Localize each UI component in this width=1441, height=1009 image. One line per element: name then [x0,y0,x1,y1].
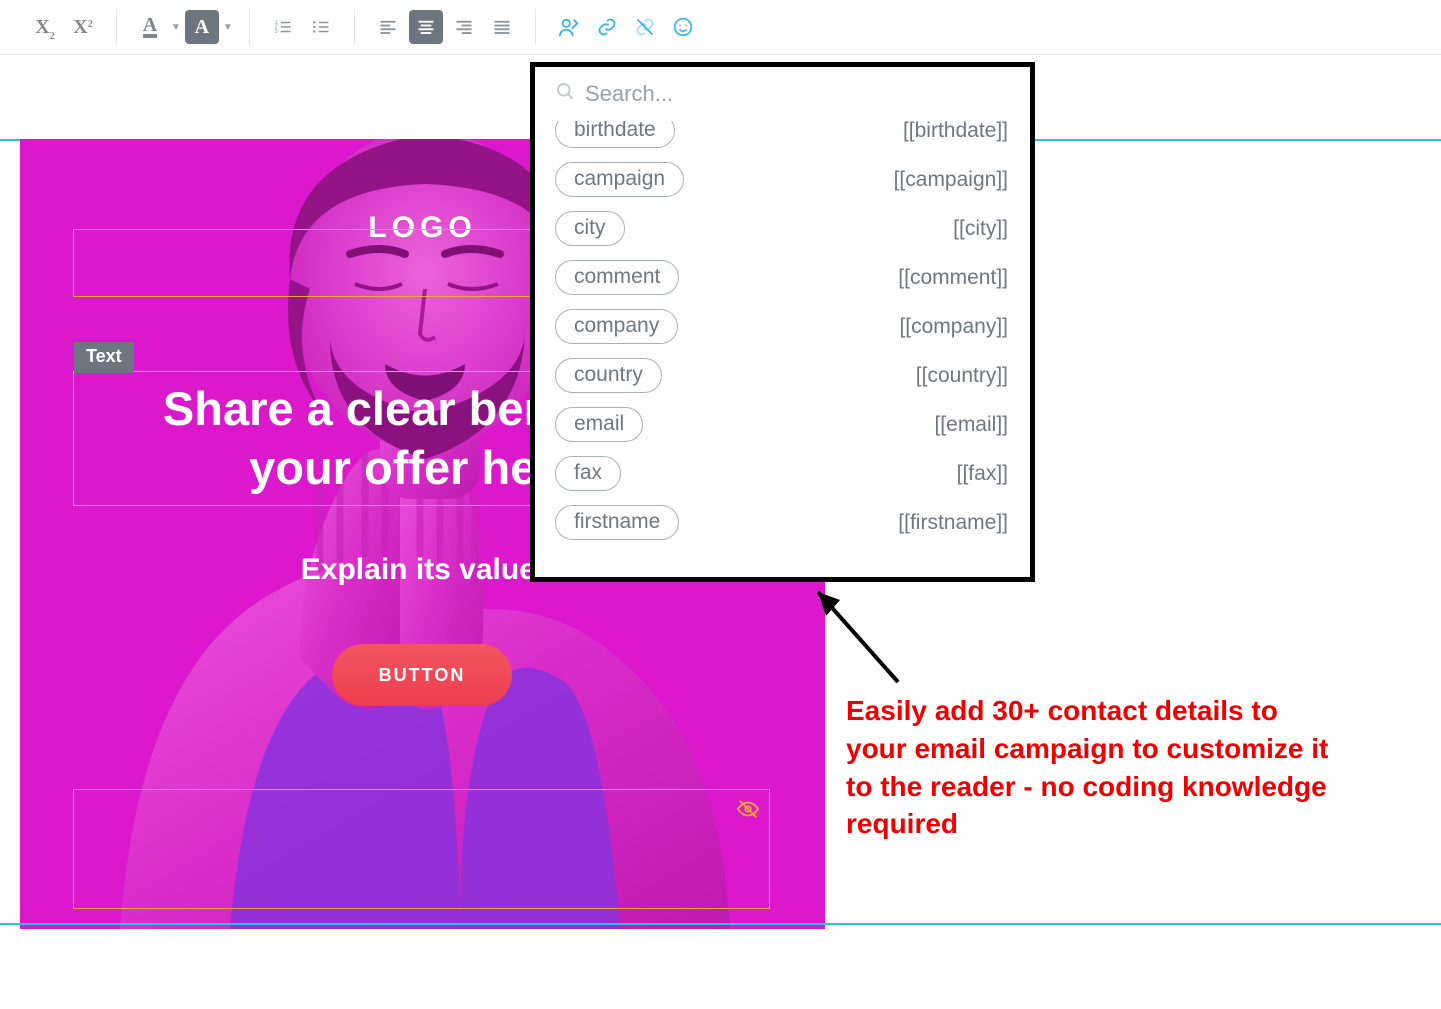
align-right-button[interactable] [447,10,481,44]
merge-tag-item[interactable]: email [[email]] [555,400,1020,449]
insert-link-button[interactable] [590,10,624,44]
chevron-down-icon: ▼ [221,22,233,33]
merge-tag-pill[interactable]: fax [555,456,621,491]
bg-color-dropdown[interactable]: A ▼ [185,10,233,44]
merge-token-text: [[company]] [899,315,1020,339]
merge-tag-pill[interactable]: campaign [555,162,684,197]
merge-tag-pill[interactable]: comment [555,260,679,295]
emoji-button[interactable] [666,10,700,44]
merge-token-text: [[comment]] [898,266,1020,290]
cta-button[interactable]: BUTTON [332,644,512,706]
chevron-down-icon: ▼ [169,22,181,33]
search-icon [555,81,575,107]
canvas-bottom-border [0,923,1441,925]
block-type-tag: Text [74,342,134,373]
annotation-callout: Easily add 30+ contact details to your e… [846,692,1331,843]
merge-tag-item[interactable]: company [[company]] [555,302,1020,351]
merge-tag-pill[interactable]: country [555,358,662,393]
ordered-list-button[interactable]: 123 [266,10,300,44]
merge-tag-list[interactable]: birthdate [[birthdate]] campaign [[campaig… [535,121,1030,577]
merge-tag-pill[interactable]: email [555,407,643,442]
merge-token-text: [[firstname]] [898,511,1020,535]
merge-tag-item[interactable]: birthdate [[birthdate]] [555,121,1020,155]
visibility-off-icon[interactable] [737,798,759,825]
bg-color-icon: A [185,10,219,44]
align-center-button[interactable] [409,10,443,44]
font-color-icon: A [133,10,167,44]
merge-token-text: [[email]] [934,413,1020,437]
merge-token-text: [[campaign]] [894,168,1020,192]
merge-tag-search-input[interactable] [585,81,1010,107]
merge-tag-pill[interactable]: company [555,309,678,344]
remove-link-button[interactable] [628,10,662,44]
editor-toolbar: X2 X2 A ▼ A ▼ 123 [0,0,1441,55]
selected-region-bottom[interactable] [73,789,770,909]
svg-text:3: 3 [275,29,278,35]
merge-token-text: [[city]] [953,217,1020,241]
annotation-arrow [798,582,908,692]
personalization-button[interactable] [552,10,586,44]
merge-tag-item[interactable]: fax [[fax]] [555,449,1020,498]
superscript-button[interactable]: X2 [66,10,100,44]
unordered-list-button[interactable] [304,10,338,44]
merge-tag-item[interactable]: campaign [[campaign]] [555,155,1020,204]
merge-token-text: [[fax]] [957,462,1020,486]
align-justify-button[interactable] [485,10,519,44]
merge-token-text: [[country]] [916,364,1020,388]
merge-tag-pill[interactable]: city [555,211,625,246]
merge-tags-popup: birthdate [[birthdate]] campaign [[campaig… [530,62,1035,582]
align-left-button[interactable] [371,10,405,44]
merge-tag-item[interactable]: comment [[comment]] [555,253,1020,302]
merge-tag-pill[interactable]: firstname [555,505,679,540]
merge-tag-item[interactable]: country [[country]] [555,351,1020,400]
merge-tag-item[interactable]: city [[city]] [555,204,1020,253]
merge-tag-pill[interactable]: birthdate [555,121,675,148]
merge-tag-item[interactable]: firstname [[firstname]] [555,498,1020,547]
font-color-dropdown[interactable]: A ▼ [133,10,181,44]
merge-token-text: [[birthdate]] [903,121,1020,143]
subscript-button[interactable]: X2 [28,10,62,44]
